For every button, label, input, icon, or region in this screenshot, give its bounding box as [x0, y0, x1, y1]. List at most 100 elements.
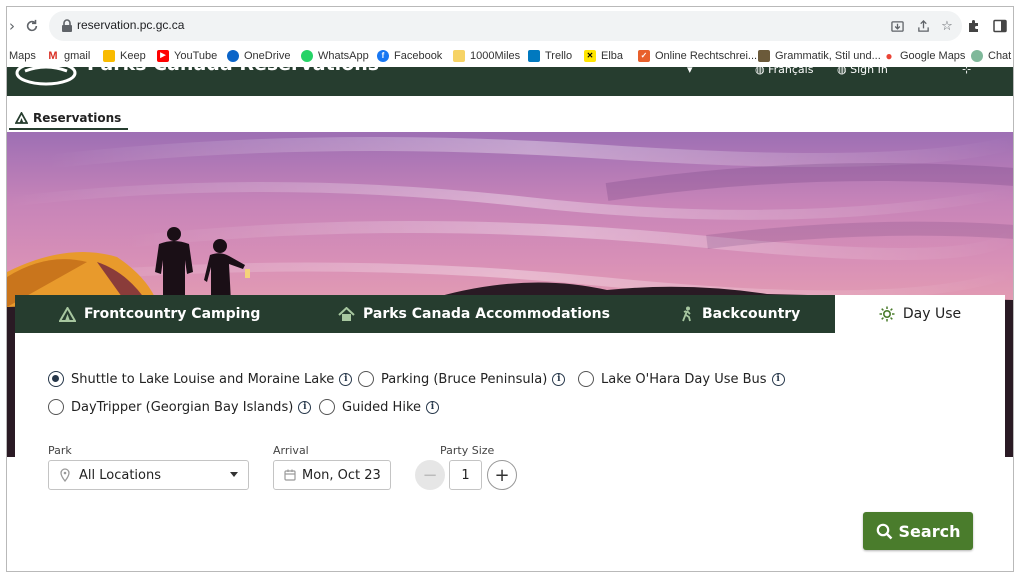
- tab-frontcountry-camping[interactable]: Frontcountry Camping: [59, 295, 260, 333]
- bookmark-onedrive[interactable]: OneDrive: [227, 48, 290, 64]
- bookmark-keep[interactable]: Keep: [103, 48, 146, 64]
- user-icon: ◍: [837, 67, 851, 76]
- onedrive-icon: [227, 50, 239, 62]
- bookmark-whatsapp[interactable]: WhatsApp: [301, 48, 369, 64]
- share-icon[interactable]: [914, 17, 932, 35]
- bookmark-label: gmail: [64, 50, 91, 62]
- bookmark-star-icon[interactable]: ☆: [938, 17, 956, 35]
- bookmark-label: 1000Miles: [470, 50, 521, 62]
- decrement-button[interactable]: −: [415, 460, 445, 490]
- search-icon: [876, 523, 892, 539]
- browser-toolbar: › reservation.pc.gc.ca ☆: [7, 7, 1013, 45]
- language-link[interactable]: ◍ Français: [755, 67, 813, 76]
- keep-icon: [103, 50, 115, 62]
- youtube-icon: ▶: [157, 50, 169, 62]
- radio-button[interactable]: [48, 399, 64, 415]
- bookmark-google-maps[interactable]: ● Google Maps: [883, 48, 965, 64]
- tent-icon: [59, 306, 76, 322]
- gmail-icon: M: [48, 50, 58, 62]
- arrival-label: Arrival: [273, 444, 309, 457]
- extensions-icon[interactable]: [963, 15, 985, 37]
- site-header: Parks Canada Reservations ▾ ◍ Français ◍…: [7, 67, 1013, 96]
- option-parking-bruce[interactable]: Parking (Bruce Peninsula) i: [358, 371, 566, 387]
- sun-icon: [879, 306, 895, 322]
- side-panel-icon[interactable]: [989, 15, 1011, 37]
- option-guided-hike[interactable]: Guided Hike i: [319, 399, 440, 415]
- radio-button[interactable]: [319, 399, 335, 415]
- radio-button[interactable]: [48, 371, 64, 387]
- bookmark-label: OneDrive: [244, 50, 291, 62]
- party-size-input[interactable]: 1: [449, 460, 482, 490]
- option-label: Shuttle to Lake Louise and Moraine Lake: [71, 371, 335, 387]
- info-icon[interactable]: i: [552, 372, 566, 386]
- info-icon[interactable]: i: [298, 400, 312, 414]
- search-button[interactable]: Search: [863, 512, 973, 550]
- option-lake-ohara-bus[interactable]: Lake O'Hara Day Use Bus i: [578, 371, 785, 387]
- arrival-date-input[interactable]: Mon, Oct 23: [273, 460, 391, 490]
- radio-button[interactable]: [578, 371, 594, 387]
- reload-icon[interactable]: [21, 15, 43, 37]
- option-label: Guided Hike: [342, 399, 422, 415]
- chat-icon: [971, 50, 983, 62]
- party-size-label: Party Size: [440, 444, 495, 457]
- bookmarks-bar: Maps Mgmail Keep ▶ YouTube OneDrive Whats…: [7, 45, 1013, 67]
- radio-button[interactable]: [358, 371, 374, 387]
- park-value: All Locations: [79, 467, 162, 483]
- booking-tabs: Frontcountry Camping Parks Canada Accomm…: [15, 295, 1005, 333]
- tab-label: Day Use: [902, 306, 962, 322]
- bookmark-grammatik[interactable]: Grammatik, Stil und...: [758, 48, 881, 64]
- bookmark-rechtschreibung[interactable]: ✓ Online Rechtschrei...: [638, 48, 757, 64]
- bookmark-label: WhatsApp: [318, 50, 369, 62]
- hiker-icon: [682, 306, 691, 322]
- increment-button[interactable]: +: [487, 460, 517, 490]
- bookmark-elba[interactable]: ✕ Elba: [584, 48, 623, 64]
- tab-accommodations[interactable]: Parks Canada Accommodations: [338, 295, 610, 333]
- tab-day-use[interactable]: Day Use: [835, 295, 1005, 333]
- calendar-icon: [284, 469, 296, 481]
- whatsapp-icon: [301, 50, 313, 62]
- cart-icon[interactable]: ⊹: [962, 67, 971, 76]
- language-label: Français: [768, 67, 814, 76]
- location-pin-icon: [60, 468, 70, 482]
- bookmark-label: Keep: [120, 50, 146, 62]
- option-daytripper[interactable]: DayTripper (Georgian Bay Islands) i: [48, 399, 312, 415]
- bookmark-youtube[interactable]: ▶ YouTube: [157, 48, 217, 64]
- option-label: Parking (Bruce Peninsula): [381, 371, 548, 387]
- site-title[interactable]: Parks Canada Reservations: [87, 67, 379, 75]
- sub-nav: Reservations: [7, 96, 1013, 132]
- globe-icon: ◍: [755, 67, 769, 76]
- info-icon[interactable]: i: [426, 400, 440, 414]
- bookmark-label: Chat: [988, 50, 1012, 62]
- folder-icon: [453, 50, 465, 62]
- bookmark-trello[interactable]: Trello: [528, 48, 572, 64]
- bookmark-chat[interactable]: Chat: [971, 48, 1011, 64]
- park-label: Park: [48, 444, 72, 457]
- info-icon[interactable]: i: [771, 372, 785, 386]
- option-shuttle-lake-louise[interactable]: Shuttle to Lake Louise and Moraine Lake …: [48, 371, 353, 387]
- booking-panel: Frontcountry Camping Parks Canada Accomm…: [15, 295, 1005, 571]
- option-label: Lake O'Hara Day Use Bus: [601, 371, 767, 387]
- install-icon[interactable]: [888, 17, 906, 35]
- address-bar[interactable]: reservation.pc.gc.ca ☆: [49, 11, 962, 41]
- bookmark-maps[interactable]: Maps: [9, 48, 36, 64]
- bookmark-1000miles[interactable]: 1000Miles: [453, 48, 520, 64]
- option-label: DayTripper (Georgian Bay Islands): [71, 399, 294, 415]
- reservations-label: Reservations: [33, 111, 122, 125]
- tab-label: Frontcountry Camping: [84, 306, 261, 322]
- browser-window: › reservation.pc.gc.ca ☆ Maps Mgmail Kee…: [6, 6, 1014, 572]
- account-link[interactable]: ◍ Sign In: [837, 67, 888, 76]
- bookmark-gmail[interactable]: Mgmail: [47, 48, 90, 64]
- bookmark-label: Elba: [601, 50, 624, 62]
- search-label: Search: [898, 521, 961, 541]
- info-icon[interactable]: i: [339, 372, 353, 386]
- park-select[interactable]: All Locations: [48, 460, 249, 490]
- url-text: reservation.pc.gc.ca: [77, 18, 185, 32]
- bookmark-label: Facebook: [394, 50, 443, 62]
- tab-backcountry[interactable]: Backcountry: [680, 295, 800, 333]
- elba-icon: ✕: [584, 50, 596, 62]
- house-icon: [338, 306, 355, 321]
- bookmark-facebook[interactable]: f Facebook: [377, 48, 442, 64]
- parks-canada-logo-icon[interactable]: [15, 67, 77, 89]
- menu-icon[interactable]: ▾: [687, 67, 693, 76]
- reservations-tab[interactable]: Reservations: [9, 108, 129, 130]
